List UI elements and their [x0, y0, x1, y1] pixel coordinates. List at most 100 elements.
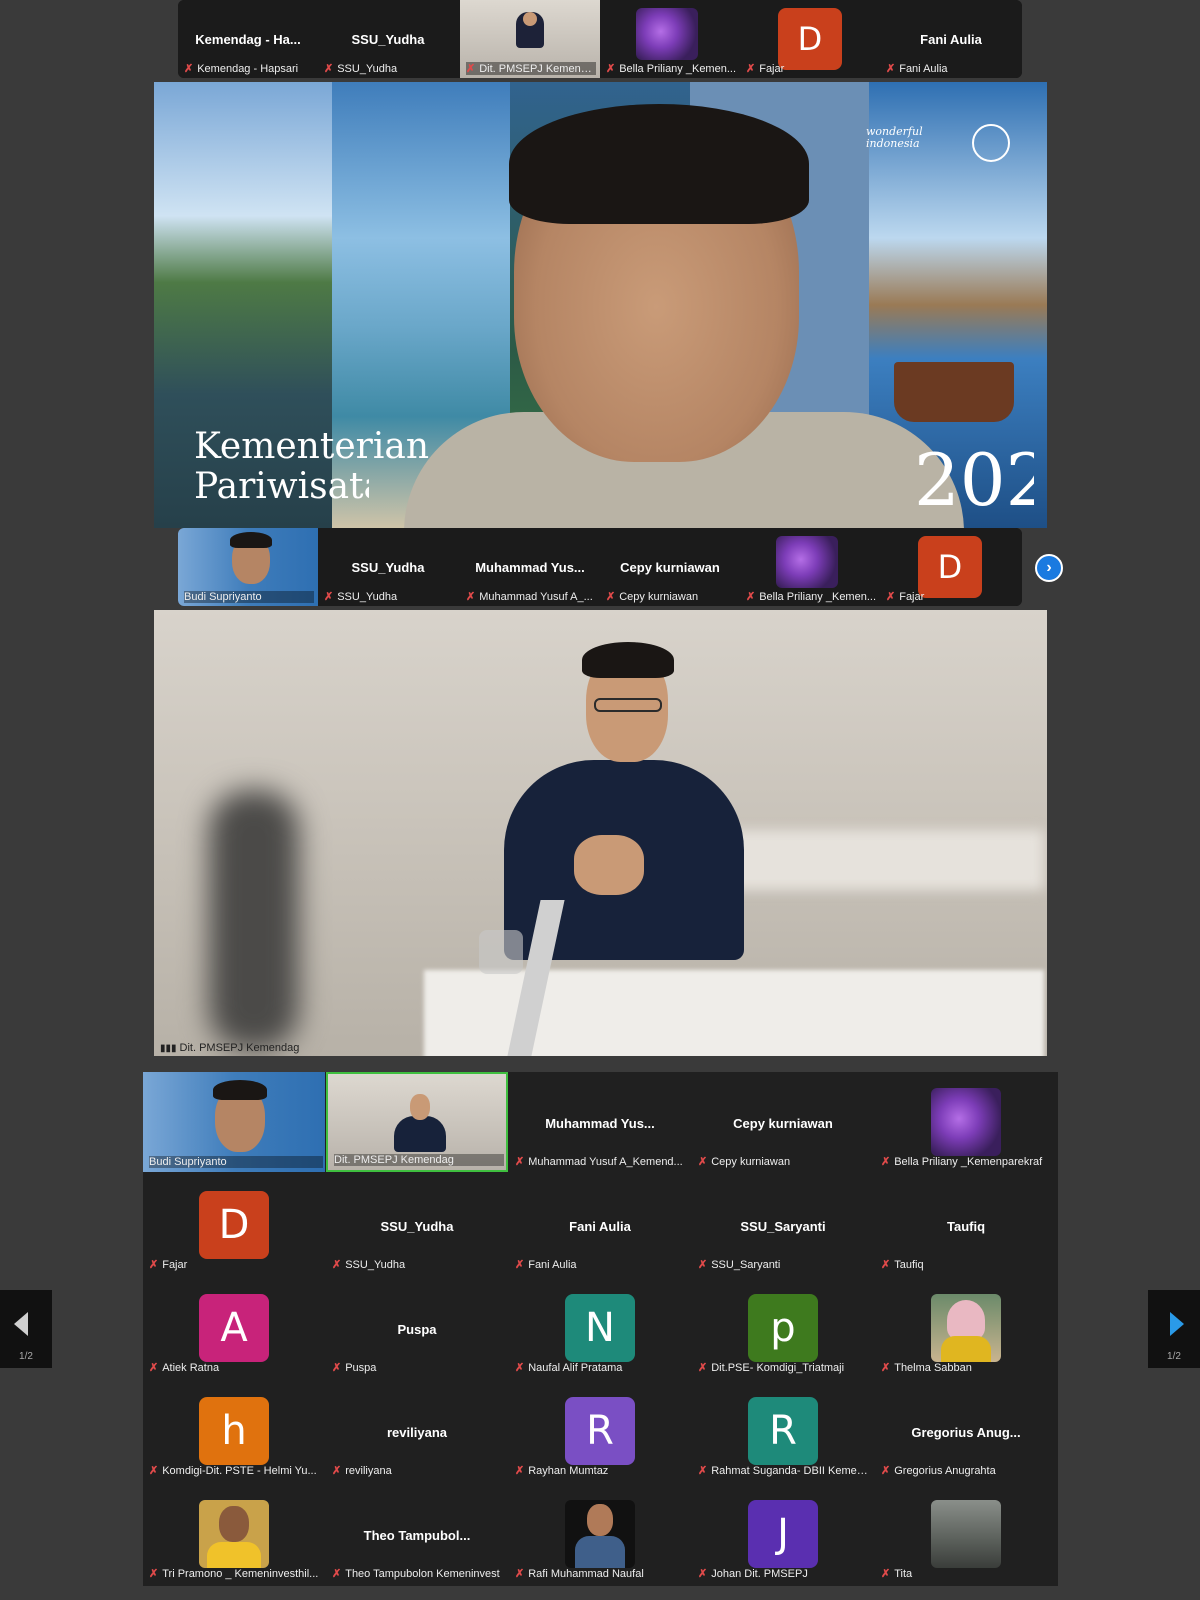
speaker-hair [582, 642, 674, 678]
gallery-tile-budi-supriyanto[interactable]: Budi Supriyanto [143, 1072, 325, 1172]
top-video-strip: Kemendag - Ha... ✗ Kemendag - Hapsari SSU… [178, 0, 1022, 78]
mic-muted-icon: ✗ [466, 63, 476, 75]
gallery-tile-dit-pmsepj[interactable]: Dit. PMSEPJ Kemendag [326, 1072, 508, 1172]
tile-dit-pmsepj[interactable]: ✗ Dit. PMSEPJ Kemendag [460, 0, 600, 78]
speaker-name-label: ▮▮▮ Dit. PMSEPJ Kemendag [160, 1042, 300, 1054]
previous-page-button[interactable]: 1/2 [0, 1290, 52, 1368]
mic-muted-icon: ✗ [149, 1362, 159, 1374]
tile-bella-priliany[interactable]: ✗ Bella Priliany _Kemen... [600, 0, 740, 78]
gallery-tile-ssu-yudha[interactable]: SSU_Yudha ✗ SSU_Yudha [326, 1175, 508, 1275]
tile-fajar[interactable]: D ✗ Fajar [740, 0, 880, 78]
mic-muted-icon: ✗ [149, 1465, 159, 1477]
gallery-tile-reviliyana[interactable]: reviliyana ✗ reviliyana [326, 1381, 508, 1481]
tile-budi-supriyanto[interactable]: Budi Supriyanto [178, 528, 318, 606]
gallery-tile-ssu-saryanti[interactable]: SSU_Saryanti ✗ SSU_Saryanti [692, 1175, 874, 1275]
gallery-tile-tita[interactable]: ✗ Tita [875, 1484, 1057, 1584]
participant-body [207, 1542, 261, 1568]
mic-muted-icon: ✗ [332, 1362, 342, 1374]
tile-kemendag-hapsari[interactable]: Kemendag - Ha... ✗ Kemendag - Hapsari [178, 0, 318, 78]
mic-muted-icon: ✗ [886, 591, 896, 603]
mic-muted-icon: ✗ [149, 1259, 159, 1271]
tile-bella-priliany-2[interactable]: ✗ Bella Priliany _Kemen... [740, 528, 880, 606]
wonderful-indonesia-logo: wonderful indonesia [866, 125, 923, 150]
gallery-tile-rayhan-mumtaz[interactable]: R ✗ Rayhan Mumtaz [509, 1381, 691, 1481]
participant-hair [213, 1080, 267, 1100]
mic-muted-icon: ✗ [606, 591, 616, 603]
gallery-tile-cepy-kurniawan[interactable]: Cepy kurniawan ✗ Cepy kurniawan [692, 1072, 874, 1172]
mic-muted-icon: ✗ [746, 63, 756, 75]
speaker-video-1[interactable]: Kementerian Pariwisata 2025 wonderful in… [154, 82, 1047, 528]
mic-muted-icon: ✗ [515, 1156, 525, 1168]
mic-muted-icon: ✗ [324, 591, 334, 603]
participant-photo [931, 1500, 1001, 1568]
mic-muted-icon: ✗ [515, 1568, 525, 1580]
gallery-tile-fani-aulia[interactable]: Fani Aulia ✗ Fani Aulia [509, 1175, 691, 1275]
gallery-tile-triatmaji[interactable]: p ✗ Dit.PSE- Komdigi_Triatmaji [692, 1278, 874, 1378]
avatar: h [199, 1397, 269, 1465]
gallery-tile-naufal-alif[interactable]: N ✗ Naufal Alif Pratama [509, 1278, 691, 1378]
gallery-tile-taufiq[interactable]: Taufiq ✗ Taufiq [875, 1175, 1057, 1275]
participant-hijab [947, 1300, 985, 1340]
glasses [594, 698, 662, 712]
avatar: R [565, 1397, 635, 1465]
mic-muted-icon: ✗ [184, 63, 194, 75]
participant-head [523, 12, 537, 26]
arrow-left-icon [14, 1312, 28, 1336]
mic-muted-icon: ✗ [881, 1259, 891, 1271]
gallery-tile-fajar[interactable]: D ✗ Fajar [143, 1175, 325, 1275]
mic-muted-icon: ✗ [881, 1568, 891, 1580]
mic-muted-icon: ✗ [881, 1156, 891, 1168]
flower-avatar [776, 536, 838, 588]
mic-muted-icon: ✗ [515, 1259, 525, 1271]
participant-hair [230, 532, 272, 548]
avatar: p [748, 1294, 818, 1362]
gallery-tile-theo-tampubolon[interactable]: Theo Tampubol... ✗ Theo Tampubolon Kemeni… [326, 1484, 508, 1584]
gallery-tile-johan[interactable]: J ✗ Johan Dit. PMSEPJ [692, 1484, 874, 1584]
gallery-tile-thelma-sabban[interactable]: ✗ Thelma Sabban [875, 1278, 1057, 1378]
mic-muted-icon: ✗ [698, 1362, 708, 1374]
flower-avatar [931, 1088, 1001, 1156]
mic-muted-icon: ✗ [698, 1465, 708, 1477]
gallery-tile-helmi[interactable]: h ✗ Komdigi-Dit. PSTE - Helmi Yu... [143, 1381, 325, 1481]
mic-muted-icon: ✗ [332, 1259, 342, 1271]
mid-video-strip: Budi Supriyanto SSU_Yudha ✗ SSU_Yudha Muh… [178, 528, 1022, 606]
gallery-tile-rafi-naufal[interactable]: ✗ Rafi Muhammad Naufal [509, 1484, 691, 1584]
mic-muted-icon: ✗ [698, 1156, 708, 1168]
tile-ssu-yudha[interactable]: SSU_Yudha ✗ SSU_Yudha [318, 0, 458, 78]
mic-muted-icon: ✗ [606, 63, 616, 75]
avatar: N [565, 1294, 635, 1362]
tile-fajar-2[interactable]: D ✗ Fajar [880, 528, 1022, 606]
speaker-video-2[interactable]: ▮▮▮ Dit. PMSEPJ Kemendag [154, 610, 1047, 1056]
tile-fani-aulia[interactable]: Fani Aulia ✗ Fani Aulia [880, 0, 1022, 78]
gallery-tile-puspa[interactable]: Puspa ✗ Puspa [326, 1278, 508, 1378]
participant-body [394, 1116, 446, 1152]
mic-muted-icon: ✗ [332, 1568, 342, 1580]
mic-muted-icon: ✗ [324, 63, 334, 75]
gallery-grid: Budi Supriyanto Dit. PMSEPJ Kemendag Muh… [143, 1072, 1058, 1586]
mic-muted-icon: ✗ [466, 591, 476, 603]
gallery-tile-rahmat-suganda[interactable]: R ✗ Rahmat Suganda- DBII Kemen... [692, 1381, 874, 1481]
gallery-tile-tri-pramono[interactable]: ✗ Tri Pramono _ Kemeninvesthil... [143, 1484, 325, 1584]
participant-head [410, 1094, 430, 1120]
gallery-tile-gregorius[interactable]: Gregorius Anug... ✗ Gregorius Anugrahta [875, 1381, 1057, 1481]
emblem-icon [972, 124, 1010, 162]
mic-muted-icon: ✗ [746, 591, 756, 603]
participant-head [219, 1506, 249, 1542]
wall-shelf [714, 830, 1044, 890]
bg-panel-boat [894, 362, 1014, 422]
bg-title-2: Pariwisata [194, 466, 369, 507]
mic-muted-icon: ✗ [515, 1362, 525, 1374]
tile-ssu-yudha-2[interactable]: SSU_Yudha ✗ SSU_Yudha [318, 528, 458, 606]
flower-avatar [636, 8, 698, 60]
bg-title: Kementerian [194, 426, 430, 467]
gallery-tile-atiek-ratna[interactable]: A ✗ Atiek Ratna [143, 1278, 325, 1378]
tile-cepy-kurniawan[interactable]: Cepy kurniawan ✗ Cepy kurniawan [600, 528, 740, 606]
avatar: J [748, 1500, 818, 1568]
next-page-button[interactable]: 1/2 [1148, 1290, 1200, 1368]
next-strip-button[interactable]: › [1035, 554, 1063, 582]
participant-body [575, 1536, 625, 1568]
tile-muhammad-yusuf[interactable]: Muhammad Yus... ✗ Muhammad Yusuf A_... [460, 528, 600, 606]
mic-muted-icon: ✗ [881, 1362, 891, 1374]
gallery-tile-muhammad-yusuf[interactable]: Muhammad Yus... ✗ Muhammad Yusuf A_Kemend… [509, 1072, 691, 1172]
gallery-tile-bella-priliany[interactable]: ✗ Bella Priliany _Kemenparekraf [875, 1072, 1057, 1172]
